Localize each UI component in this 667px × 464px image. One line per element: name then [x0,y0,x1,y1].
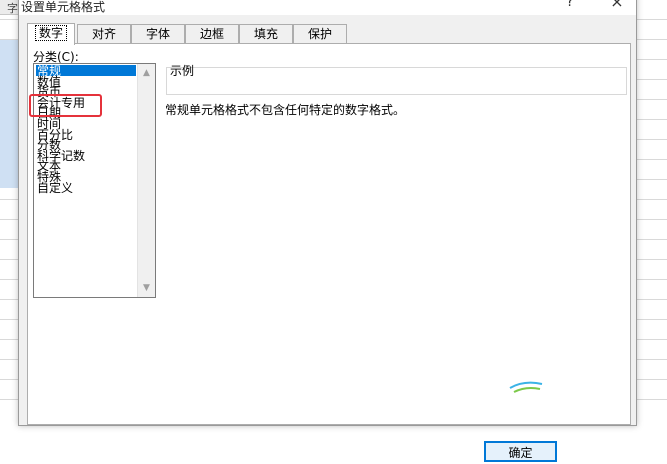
category-list-items: 常规 数值 货币 会计专用 日期 时间 百分比 分数 科学记数 文本 特殊 自定… [36,65,136,194]
ok-button[interactable]: 确定 [484,441,557,462]
accounting-highlight-annotation [29,94,102,117]
help-icon[interactable]: ? [555,0,585,15]
close-icon[interactable]: × [602,0,632,15]
list-item-general[interactable]: 常规 [36,65,136,77]
tab-alignment[interactable]: 对齐 [77,24,131,44]
tab-fill[interactable]: 填充 [239,24,293,44]
category-scrollbar[interactable]: ▲ ▼ [137,64,155,297]
scroll-up-icon[interactable]: ▲ [138,66,155,80]
tab-strip: 数字 对齐 字体 边框 填充 保护 [27,23,627,45]
sheet-selected-range [0,40,18,188]
scroll-down-icon[interactable]: ▼ [138,281,155,295]
dialog-title: 设置单元格格式 [21,0,106,14]
list-item-time[interactable]: 时间 [36,118,136,131]
tab-protection[interactable]: 保护 [293,24,347,44]
sample-label: 示例 [170,64,195,78]
sample-preview-box [166,67,627,95]
sheet-left-strip: 字 [0,0,18,411]
tab-number[interactable]: 数字 [27,23,75,45]
list-item-special[interactable]: 特殊 [36,171,136,184]
watermark-logo-icon [509,381,543,393]
format-cells-dialog: 设置单元格格式 ? × 数字 对齐 字体 边框 填充 保护 分类(C): 常规 … [18,0,637,462]
number-tab-panel: 分类(C): 常规 数值 货币 会计专用 日期 时间 百分比 分数 科学记数 文… [27,43,631,462]
format-description: 常规单元格格式不包含任何特定的数字格式。 [165,103,406,117]
tab-font[interactable]: 字体 [131,24,185,44]
sheet-column-header-stub: 字 [0,0,18,15]
sheet-right-strip [636,0,667,411]
dialog-titlebar: 设置单元格格式 ? × [19,0,636,15]
tab-border[interactable]: 边框 [185,24,239,44]
list-item-custom[interactable]: 自定义 [36,181,136,194]
